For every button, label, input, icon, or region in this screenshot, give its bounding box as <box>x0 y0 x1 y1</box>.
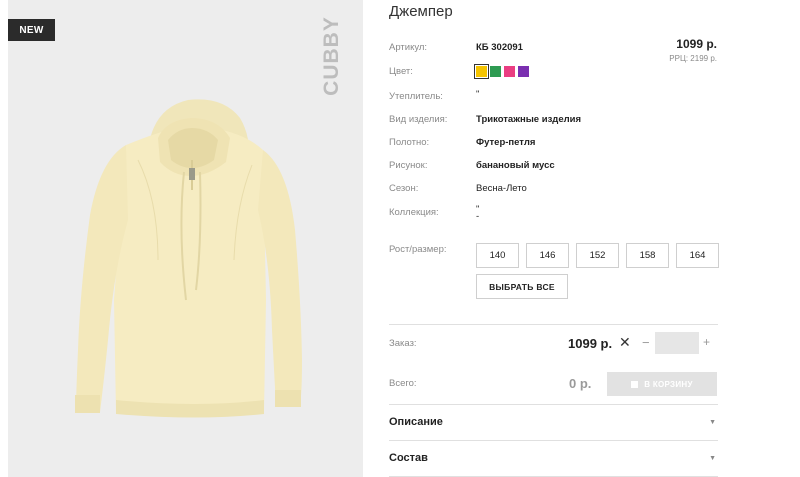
cart-icon <box>631 380 639 388</box>
collection-label: Коллекция: <box>389 207 439 218</box>
product-price: 1099 р. <box>676 37 717 51</box>
color-swatch-pink[interactable] <box>504 66 515 77</box>
description-accordion-label: Описание <box>389 416 443 428</box>
pattern-label: Рисунок: <box>389 160 428 171</box>
order-price: 1099 р. <box>568 336 613 351</box>
insulation-label: Утеплитель: <box>389 91 443 102</box>
size-button-146[interactable]: 146 <box>526 243 569 268</box>
product-info-panel: Джемпер 1099 р. РРЦ: 2199 р. Артикул: КБ… <box>389 0 719 477</box>
add-to-cart-label: В КОРЗИНУ <box>644 379 693 389</box>
chevron-down-icon: ▼ <box>709 418 716 426</box>
insulation-value: " <box>476 89 480 100</box>
composition-accordion-label: Состав <box>389 452 428 464</box>
product-image[interactable]: NEW CUBBY <box>8 0 363 477</box>
description-accordion[interactable]: Описание ▼ <box>389 405 718 439</box>
color-swatch-purple[interactable] <box>518 66 529 77</box>
size-selector: 140 146 152 158 164 <box>476 243 719 268</box>
new-badge: NEW <box>8 19 55 41</box>
type-value: Трикотажные изделия <box>476 114 582 125</box>
decrease-quantity-button[interactable]: − <box>642 335 650 350</box>
composition-accordion[interactable]: Состав ▼ <box>389 441 718 475</box>
recommended-retail-price: РРЦ: 2199 р. <box>669 54 717 63</box>
fabric-label: Полотно: <box>389 137 430 148</box>
total-value: 0 р. <box>569 376 592 391</box>
quantity-input[interactable] <box>655 332 699 354</box>
total-label: Всего: <box>389 378 417 389</box>
size-button-140[interactable]: 140 <box>476 243 519 268</box>
chevron-down-icon: ▼ <box>709 454 716 462</box>
season-label: Сезон: <box>389 183 419 194</box>
brand-logo: CUBBY <box>320 16 344 96</box>
size-button-158[interactable]: 158 <box>626 243 669 268</box>
size-button-152[interactable]: 152 <box>576 243 619 268</box>
divider <box>389 324 718 325</box>
product-title: Джемпер <box>389 3 453 20</box>
color-swatches <box>474 64 529 79</box>
increase-quantity-button[interactable]: + <box>703 335 710 349</box>
color-swatch-green[interactable] <box>490 66 501 77</box>
collection-value-secondary: - <box>476 211 480 222</box>
select-all-button[interactable]: ВЫБРАТЬ ВСЕ <box>476 274 568 299</box>
type-label: Вид изделия: <box>389 114 448 125</box>
pattern-value: банановый мусс <box>476 160 555 171</box>
size-label: Рост/размер: <box>389 244 447 255</box>
color-label: Цвет: <box>389 66 413 77</box>
add-to-cart-button[interactable]: В КОРЗИНУ <box>607 372 717 396</box>
article-label: Артикул: <box>389 42 428 53</box>
size-button-164[interactable]: 164 <box>676 243 719 268</box>
hoodie-illustration <box>75 99 302 418</box>
season-value: Весна-Лето <box>476 183 527 194</box>
order-label: Заказ: <box>389 338 417 349</box>
color-swatch-yellow[interactable] <box>474 64 489 79</box>
brand-logo-text: CUBBY <box>320 16 343 96</box>
fabric-value: Футер-петля <box>476 137 536 148</box>
article-value: КБ 302091 <box>476 42 523 53</box>
multiply-icon: ✕ <box>619 334 631 350</box>
